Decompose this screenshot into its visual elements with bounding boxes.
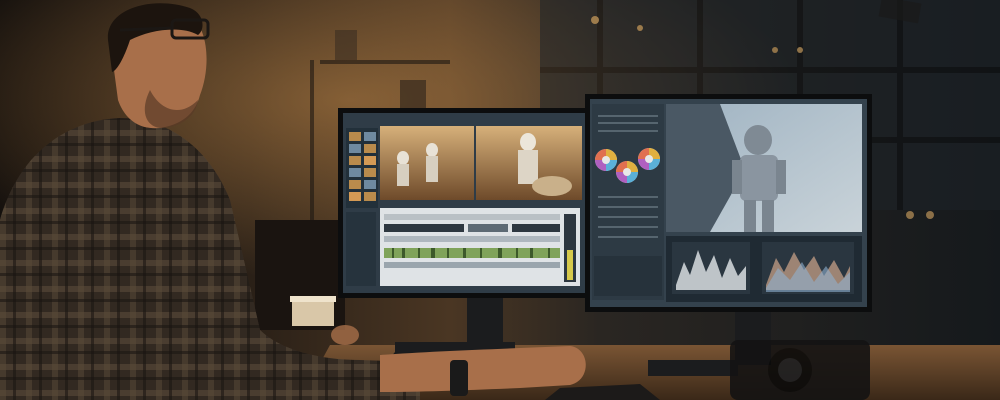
thumbnail-bin (346, 128, 378, 208)
color-viewer (666, 104, 862, 232)
scene-illustration (0, 0, 1000, 400)
color-grading-panel (592, 104, 664, 300)
color-wheel-1 (595, 149, 617, 171)
color-wheel-3 (638, 148, 660, 170)
wristwatch (450, 360, 468, 396)
scopes-panel (666, 236, 862, 302)
camera (730, 340, 870, 400)
program-viewer (476, 126, 582, 200)
source-viewer (380, 126, 474, 200)
timeline-panel (380, 208, 580, 286)
coffee-cup (290, 296, 336, 326)
tool-panel (346, 212, 376, 286)
photo-scene (0, 0, 1000, 400)
color-wheel-2 (616, 161, 638, 183)
